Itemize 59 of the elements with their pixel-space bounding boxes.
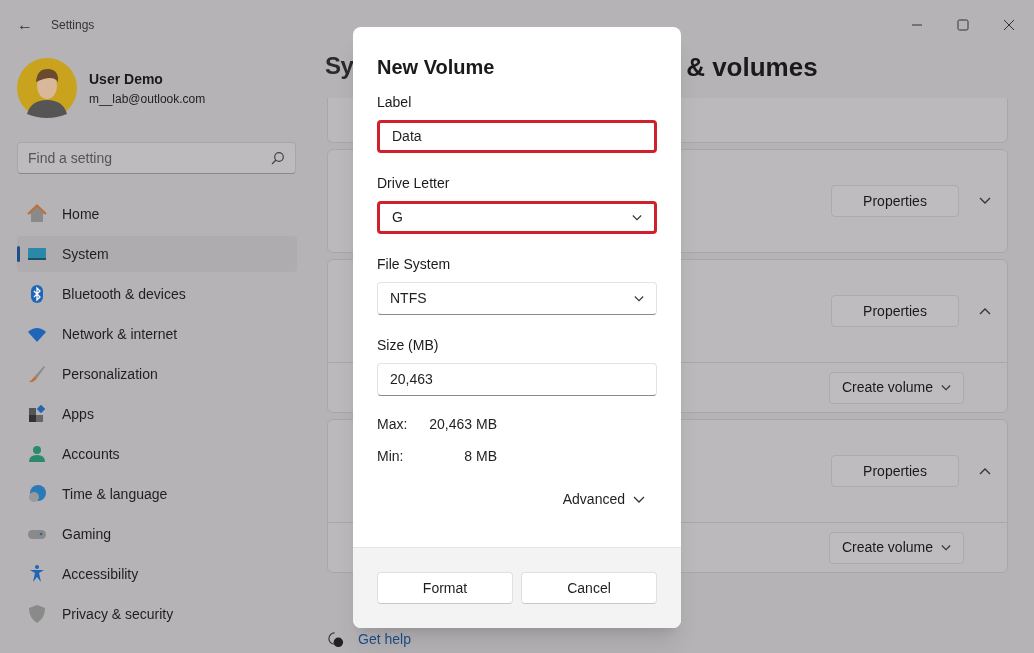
- chevron-down-icon: [979, 197, 991, 205]
- nav-item[interactable]: Personalization: [17, 356, 297, 392]
- chevron-up-icon: [979, 307, 991, 315]
- dialog-button[interactable]: Cancel: [521, 572, 657, 604]
- nav-item[interactable]: Accessibility: [17, 556, 297, 592]
- nav-item[interactable]: Bluetooth & devices: [17, 276, 297, 312]
- chevron-up-icon: [979, 467, 991, 475]
- page-title: Sy: [325, 51, 354, 81]
- limit-value: 8 MB: [463, 447, 497, 466]
- create-volume-button[interactable]: Create volume: [828, 371, 964, 404]
- nav-item[interactable]: Home: [17, 196, 297, 232]
- nav-item[interactable]: Apps: [17, 396, 297, 432]
- user-name: User Demo: [89, 69, 164, 89]
- apps-icon: [27, 404, 47, 424]
- globe-clock-icon: [27, 484, 47, 504]
- limit-label: Max:: [377, 415, 409, 434]
- input-field[interactable]: 20,463: [377, 363, 657, 396]
- properties-button[interactable]: Properties: [831, 295, 959, 327]
- limit-label: Min:: [377, 447, 405, 466]
- limit-value: 20,463 MB: [428, 415, 497, 434]
- shield-icon: [27, 604, 47, 624]
- house-icon: [27, 204, 47, 224]
- create-volume-button[interactable]: Create volume: [828, 531, 964, 564]
- dialog-button[interactable]: Format: [377, 572, 513, 604]
- search-icon: [271, 151, 285, 165]
- avatar: [17, 58, 77, 118]
- maximize-icon[interactable]: [957, 19, 969, 31]
- nav-item[interactable]: Accounts: [17, 436, 297, 472]
- dropdown[interactable]: NTFS: [377, 282, 657, 315]
- nav-item[interactable]: Gaming: [17, 516, 297, 552]
- nav-item[interactable]: System: [17, 236, 297, 272]
- nav-item[interactable]: Time & language: [17, 476, 297, 512]
- nav-item[interactable]: Privacy & security: [17, 596, 297, 632]
- user-email: m__lab@outlook.com: [89, 90, 206, 108]
- chevron-down-icon: [941, 543, 951, 552]
- nav-item[interactable]: Network & internet: [17, 316, 297, 352]
- input-field[interactable]: Data: [377, 120, 657, 153]
- dropdown[interactable]: G: [377, 201, 657, 234]
- chevron-down-icon: [632, 213, 642, 222]
- close-icon[interactable]: [1003, 19, 1015, 31]
- field-label: Size (MB): [377, 336, 440, 355]
- chevron-down-icon: [634, 294, 644, 303]
- help-link[interactable]: Get help: [358, 629, 411, 650]
- field-label: File System: [377, 255, 452, 274]
- help-icon: [327, 631, 344, 648]
- properties-button[interactable]: Properties: [831, 185, 959, 217]
- dialog-title: New Volume: [377, 55, 496, 80]
- advanced-toggle[interactable]: Advanced: [562, 489, 645, 510]
- person-icon: [27, 444, 47, 464]
- field-label: Drive Letter: [377, 174, 451, 193]
- search-field[interactable]: Find a setting: [17, 142, 296, 174]
- brush-icon: [27, 364, 47, 384]
- chevron-down-icon: [633, 495, 645, 504]
- field-label: Label: [377, 93, 413, 112]
- back-button[interactable]: ←: [17, 13, 33, 37]
- window-title: Settings: [51, 17, 95, 34]
- page-title: & volumes: [686, 51, 818, 84]
- chevron-down-icon: [941, 383, 951, 392]
- properties-button[interactable]: Properties: [831, 455, 959, 487]
